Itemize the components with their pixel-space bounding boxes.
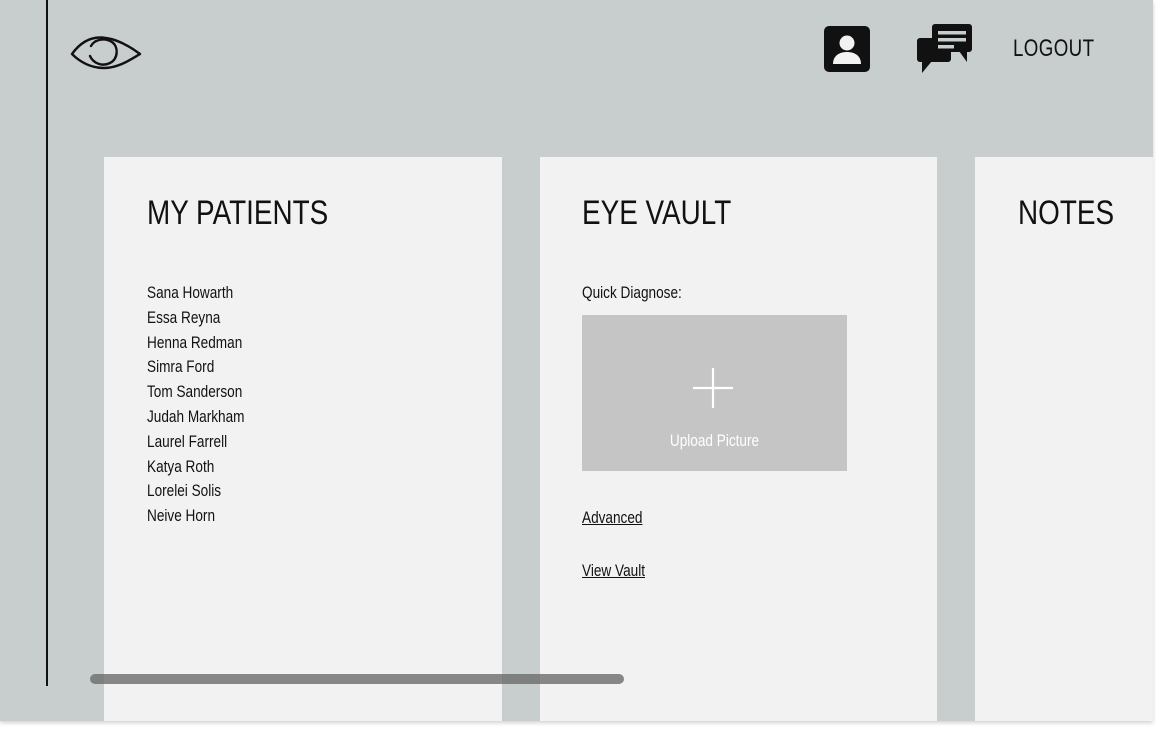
patient-item[interactable]: Lorelei Solis [147,479,245,504]
my-patients-title: MY PATIENTS [147,194,329,232]
patient-item[interactable]: Sana Howarth [147,281,245,306]
patient-item[interactable]: Simra Ford [147,355,245,380]
messages-button[interactable] [917,24,973,74]
upload-picture-label: Upload Picture [669,431,760,450]
eye-vault-panel: EYE VAULT Quick Diagnose: Upload Picture… [540,157,937,721]
horizontal-scrollbar-thumb[interactable] [90,674,624,684]
my-patients-panel: MY PATIENTS Sana Howarth Essa Reyna Henn… [104,157,502,721]
profile-button[interactable] [824,26,870,72]
patient-item[interactable]: Katya Roth [147,455,245,480]
user-profile-icon [824,26,870,72]
patient-item[interactable]: Tom Sanderson [147,380,245,405]
advanced-link[interactable]: Advanced [582,507,643,529]
logout-link[interactable]: LOGOUT [1013,24,1094,74]
patient-item[interactable]: Laurel Farrell [147,430,245,455]
quick-diagnose-label: Quick Diagnose: [582,283,682,302]
patient-item[interactable]: Essa Reyna [147,306,245,331]
app-window: LOGOUT MY PATIENTS Sana Howarth Essa Rey… [0,0,1153,721]
eye-vault-title: EYE VAULT [582,194,732,232]
view-vault-link[interactable]: View Vault [582,560,645,582]
notes-title: NOTES [1018,194,1115,232]
header-actions: LOGOUT [824,24,1105,74]
eye-icon[interactable] [66,30,142,76]
patient-list: Sana Howarth Essa Reyna Henna Redman Sim… [147,281,269,529]
chat-bubbles-icon [917,24,972,73]
patient-item[interactable]: Neive Horn [147,504,245,529]
patient-item[interactable]: Judah Markham [147,405,245,430]
patient-item[interactable]: Henna Redman [147,331,245,356]
upload-picture-dropzone[interactable]: Upload Picture [582,315,847,471]
notes-panel: NOTES [975,157,1153,721]
left-divider [46,0,48,686]
plus-icon [693,368,733,408]
